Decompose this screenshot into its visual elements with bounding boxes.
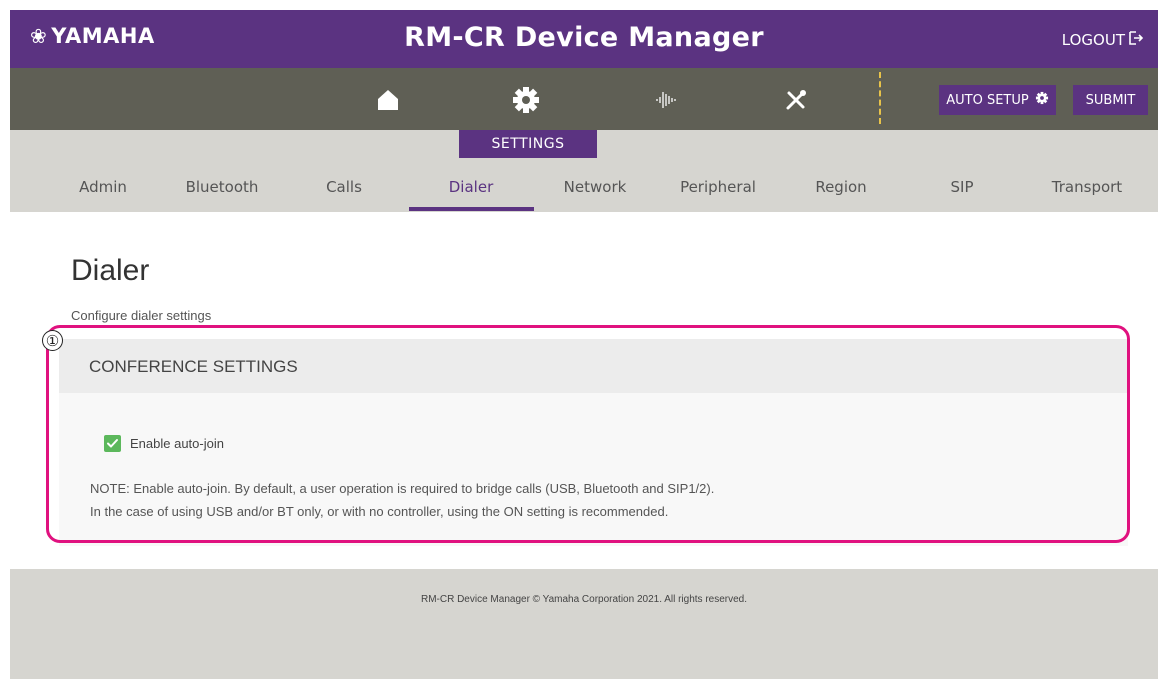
auto-join-checkbox[interactable] (104, 435, 121, 452)
tab-dialer[interactable]: Dialer (449, 178, 493, 196)
tab-peripheral[interactable]: Peripheral (680, 178, 756, 196)
tab-sip[interactable]: SIP (951, 178, 974, 196)
auto-join-checkbox-row[interactable]: Enable auto-join (104, 435, 224, 452)
auto-setup-label: AUTO SETUP (946, 92, 1029, 108)
note-line-2: In the case of using USB and/or BT only,… (90, 504, 669, 519)
auto-join-label: Enable auto-join (130, 436, 224, 451)
submit-button[interactable]: SUBMIT (1073, 85, 1148, 115)
toolbar-divider (879, 72, 881, 124)
annotation-marker: ① (42, 330, 63, 351)
tools-icon[interactable] (776, 80, 816, 120)
toolbar: AUTO SETUP SUBMIT (10, 68, 1158, 130)
settings-tabs: Admin Bluetooth Calls Dialer Network Per… (10, 170, 1158, 210)
app-frame: ❀ YAMAHA RM-CR Device Manager LOGOUT AUT… (10, 10, 1158, 679)
logout-icon (1128, 30, 1144, 50)
tab-admin[interactable]: Admin (79, 178, 127, 196)
gear-icon[interactable] (506, 80, 546, 120)
auto-setup-gear-icon (1035, 91, 1049, 109)
auto-setup-button[interactable]: AUTO SETUP (939, 85, 1056, 115)
tab-calls[interactable]: Calls (326, 178, 362, 196)
checkmark-icon (107, 439, 118, 448)
app-title: RM-CR Device Manager (404, 22, 764, 53)
active-tab-indicator (409, 207, 534, 211)
logout-label: LOGOUT (1061, 31, 1125, 49)
section-title: CONFERENCE SETTINGS (89, 357, 298, 376)
tab-region[interactable]: Region (815, 178, 866, 196)
tab-network[interactable]: Network (564, 178, 627, 196)
section-header: CONFERENCE SETTINGS (59, 339, 1128, 393)
header-bar: ❀ YAMAHA RM-CR Device Manager LOGOUT (10, 10, 1158, 68)
page-title: Dialer (71, 254, 150, 287)
tab-bluetooth[interactable]: Bluetooth (186, 178, 259, 196)
content-panel: Dialer Configure dialer settings CONFERE… (10, 212, 1158, 569)
footer-copyright: RM-CR Device Manager © Yamaha Corporatio… (420, 594, 748, 605)
logout-button[interactable]: LOGOUT (1062, 30, 1144, 50)
home-icon[interactable] (368, 80, 408, 120)
conference-settings-section: CONFERENCE SETTINGS Enable auto-join NOT… (59, 339, 1128, 546)
note-line-1: NOTE: Enable auto-join. By default, a us… (90, 481, 715, 496)
settings-section-tab: SETTINGS (459, 130, 597, 158)
tab-transport[interactable]: Transport (1052, 178, 1122, 196)
submit-label: SUBMIT (1085, 92, 1136, 108)
audio-icon[interactable] (647, 80, 687, 120)
page-subtitle: Configure dialer settings (71, 308, 212, 323)
